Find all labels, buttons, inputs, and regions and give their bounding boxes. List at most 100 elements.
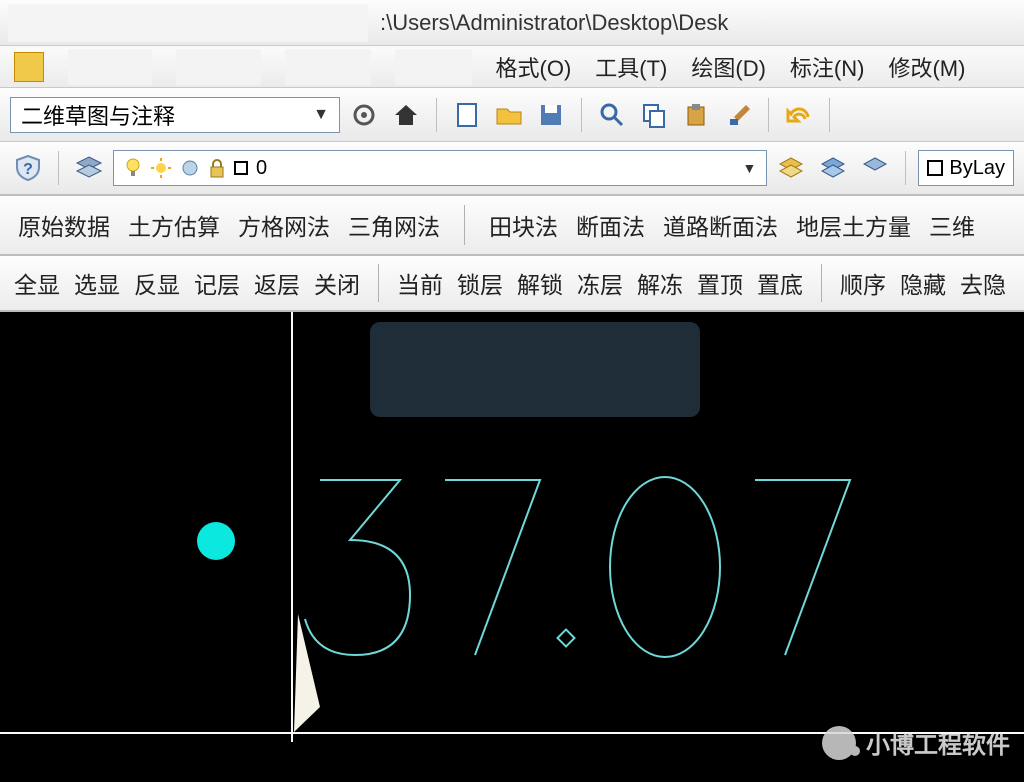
op-order[interactable]: 顺序 (840, 266, 886, 300)
tab-separator (378, 264, 379, 302)
toolbar-separator (58, 151, 59, 185)
brush-icon (724, 101, 752, 129)
tab-earthwork[interactable]: 土方估算 (128, 208, 220, 242)
save-icon (537, 101, 565, 129)
layers-icon (776, 153, 806, 183)
dimension-text (300, 462, 1000, 682)
linetype-label: ByLay (949, 157, 1005, 180)
title-path: :\Users\Administrator\Desktop\Desk (380, 10, 1016, 36)
layer-ops-tabs: 全显 选显 反显 记层 返层 关闭 当前 锁层 解锁 冻层 解冻 置顶 置底 顺… (0, 256, 1024, 312)
find-button[interactable] (594, 97, 630, 133)
layers-icon (74, 153, 104, 183)
op-show-all[interactable]: 全显 (14, 266, 60, 300)
tab-section[interactable]: 断面法 (576, 208, 645, 242)
toolbar-separator (436, 98, 437, 132)
save-button[interactable] (533, 97, 569, 133)
op-thaw[interactable]: 解冻 (637, 266, 683, 300)
op-freeze[interactable]: 冻层 (577, 266, 623, 300)
op-remember[interactable]: 记层 (194, 266, 240, 300)
layer-name: 0 (256, 157, 267, 180)
new-file-icon (453, 101, 481, 129)
paste-button[interactable] (678, 97, 714, 133)
menu-draw[interactable]: 绘图(D) (691, 51, 766, 83)
tab-3d[interactable]: 三维 (929, 208, 975, 242)
title-blank (8, 4, 368, 42)
copy-icon (640, 101, 668, 129)
chevron-down-icon: ▼ (743, 160, 757, 176)
menu-insert[interactable]: 插入(I) (395, 49, 472, 85)
linetype-dropdown[interactable]: ByLay (918, 150, 1014, 186)
open-folder-icon (494, 101, 524, 129)
op-invert[interactable]: 反显 (134, 266, 180, 300)
tab-strata[interactable]: 地层土方量 (796, 208, 911, 242)
op-top[interactable]: 置顶 (697, 266, 743, 300)
workspace-label: 二维草图与注释 (21, 99, 313, 131)
op-hide[interactable]: 隐藏 (900, 266, 946, 300)
menu-modify[interactable]: 修改(M) (888, 51, 965, 83)
color-swatch (927, 160, 943, 176)
open-button[interactable] (491, 97, 527, 133)
workspace-settings-button[interactable] (346, 97, 382, 133)
tab-grid[interactable]: 方格网法 (238, 208, 330, 242)
bulb-on-icon (124, 157, 142, 179)
magnifier-icon (598, 101, 626, 129)
undo-icon (784, 103, 814, 127)
op-return[interactable]: 返层 (254, 266, 300, 300)
point-marker[interactable] (197, 522, 235, 560)
layers-icon (860, 153, 890, 183)
toolbar-main: 二维草图与注释 ▼ (0, 88, 1024, 142)
help-button[interactable]: ? (10, 150, 46, 186)
app-icon (14, 52, 44, 82)
op-lock[interactable]: 锁层 (457, 266, 503, 300)
layer-dropdown[interactable]: 0 ▼ (113, 150, 767, 186)
tab-separator (821, 264, 822, 302)
layer-properties-button[interactable] (71, 150, 107, 186)
paste-icon (682, 101, 710, 129)
menu-edit[interactable]: 编辑(E) (176, 49, 261, 85)
tab-field[interactable]: 田块法 (489, 208, 558, 242)
menu-bar: 文件(F) 编辑(E) 视图(V) 插入(I) 格式(O) 工具(T) 绘图(D… (0, 46, 1024, 88)
wechat-icon (822, 726, 856, 760)
tab-raw-data[interactable]: 原始数据 (18, 208, 110, 242)
lock-icon (208, 157, 226, 179)
menu-dimension[interactable]: 标注(N) (790, 51, 865, 83)
layer-color-swatch (234, 161, 248, 175)
op-bottom[interactable]: 置底 (757, 266, 803, 300)
op-close[interactable]: 关闭 (314, 266, 360, 300)
toolbar-separator (905, 151, 906, 185)
op-unhide[interactable]: 去隐 (960, 266, 1006, 300)
cursor-wedge (290, 612, 350, 742)
new-button[interactable] (449, 97, 485, 133)
op-unlock[interactable]: 解锁 (517, 266, 563, 300)
module-tabs: 原始数据 土方估算 方格网法 三角网法 田块法 断面法 道路断面法 地层土方量 … (0, 196, 1024, 256)
undo-button[interactable] (781, 97, 817, 133)
svg-text:?: ? (23, 161, 33, 178)
help-shield-icon: ? (13, 153, 43, 183)
menu-file[interactable]: 文件(F) (68, 49, 152, 85)
watermark: 小博工程软件 (822, 725, 1010, 760)
redaction-mask (370, 322, 700, 417)
layer-state-3-button[interactable] (857, 150, 893, 186)
copy-button[interactable] (636, 97, 672, 133)
freeze-icon (180, 157, 200, 179)
layer-state-2-button[interactable] (815, 150, 851, 186)
op-current[interactable]: 当前 (397, 266, 443, 300)
title-bar: :\Users\Administrator\Desktop\Desk (0, 0, 1024, 46)
menu-format[interactable]: 格式(O) (496, 51, 572, 83)
toolbar-separator (581, 98, 582, 132)
menu-tools[interactable]: 工具(T) (595, 51, 667, 83)
gear-icon (350, 101, 378, 129)
sun-icon (150, 157, 172, 179)
match-button[interactable] (720, 97, 756, 133)
tab-road-section[interactable]: 道路断面法 (663, 208, 778, 242)
drawing-canvas[interactable]: 小博工程软件 (0, 312, 1024, 782)
home-button[interactable] (388, 97, 424, 133)
tab-triangle[interactable]: 三角网法 (348, 208, 440, 242)
toolbar-separator (829, 98, 830, 132)
op-show-sel[interactable]: 选显 (74, 266, 120, 300)
menu-view[interactable]: 视图(V) (285, 49, 370, 85)
toolbar-layers: ? 0 ▼ ByLay (0, 142, 1024, 196)
workspace-select[interactable]: 二维草图与注释 ▼ (10, 97, 340, 133)
tab-separator (464, 205, 465, 245)
layer-state-1-button[interactable] (773, 150, 809, 186)
